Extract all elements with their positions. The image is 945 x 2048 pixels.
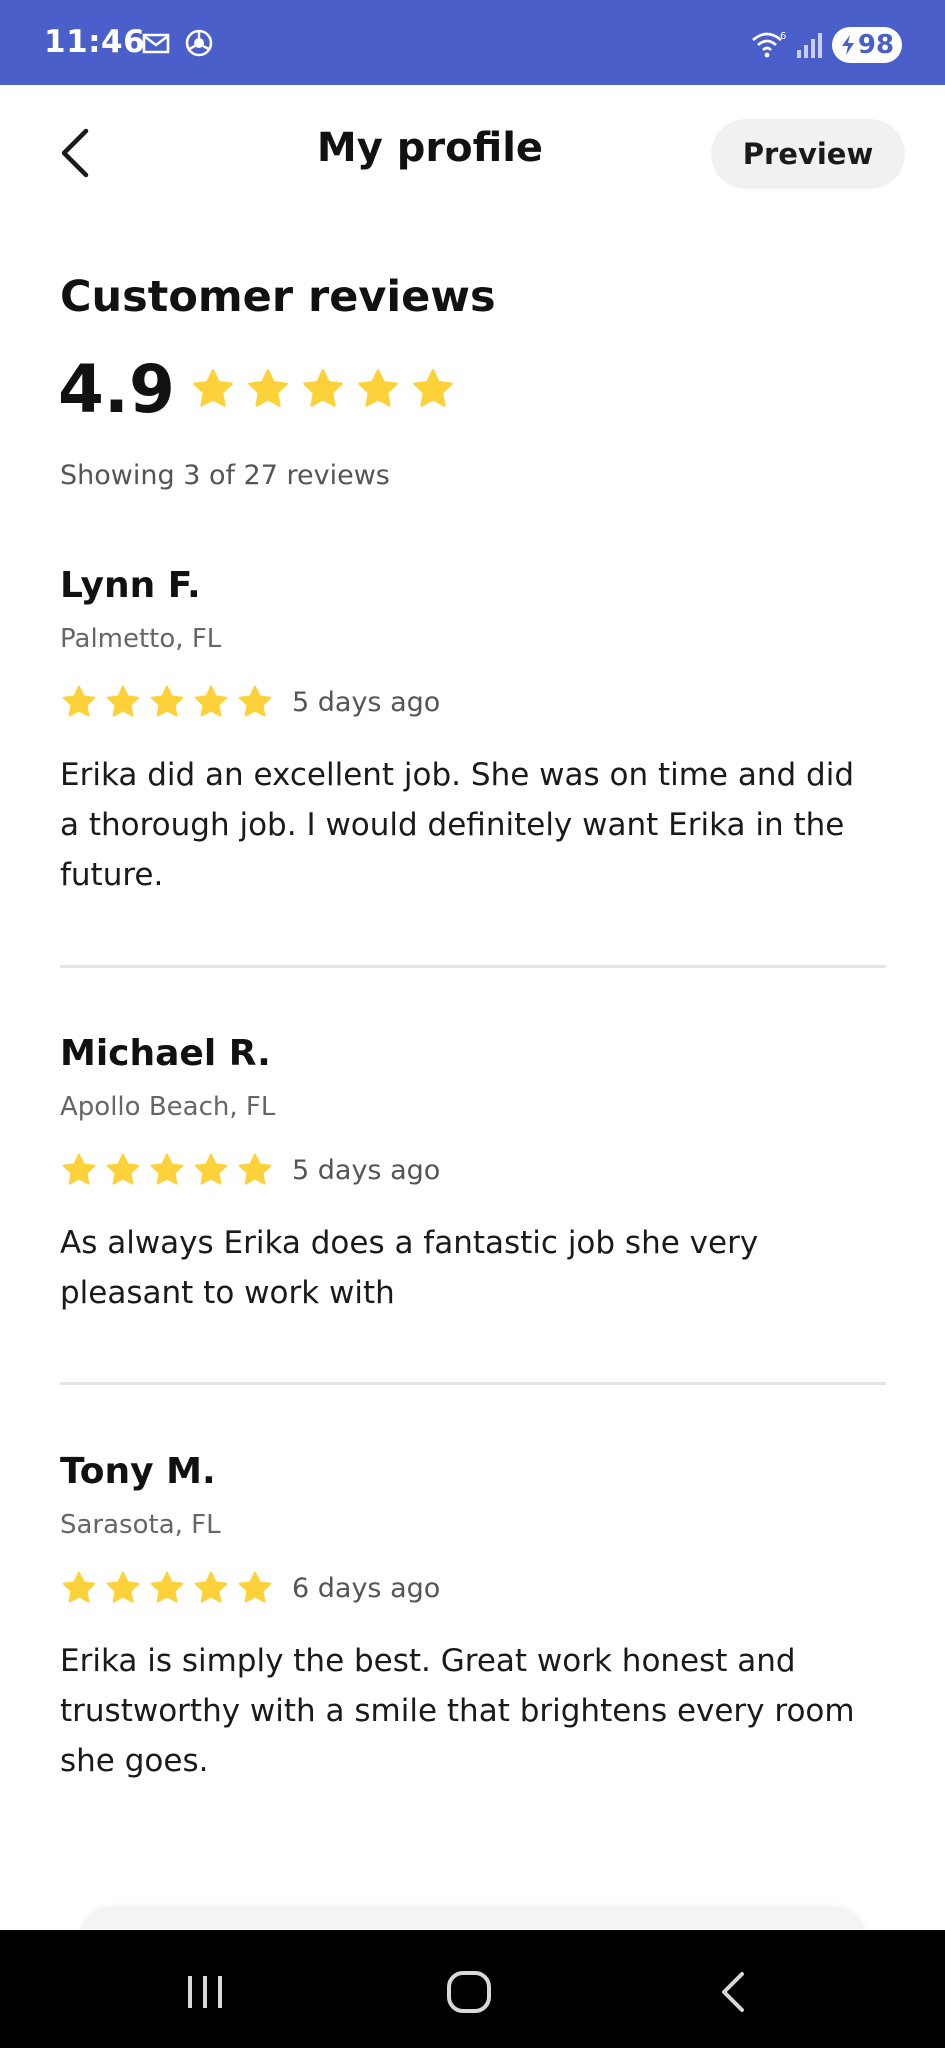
system-nav-bar (0, 1930, 945, 2048)
review-card: Lynn F. Palmetto, FL 5 days ago Erika di… (60, 562, 890, 900)
star-icon (300, 366, 346, 412)
star-icon (192, 1569, 230, 1607)
review-stars (60, 1151, 274, 1189)
system-back-button[interactable] (710, 1970, 760, 2018)
reviewer-name: Tony M. (60, 1451, 216, 1492)
battery-level: 98 (857, 30, 895, 60)
section-title: Customer reviews (60, 272, 496, 322)
star-icon (192, 1151, 230, 1189)
home-icon (447, 1971, 491, 2013)
star-icon (104, 1151, 142, 1189)
star-icon (245, 366, 291, 412)
gmail-icon (140, 27, 172, 63)
divider (60, 965, 886, 968)
review-rating: 6 days ago (60, 1566, 890, 1610)
review-date: 5 days ago (292, 1154, 441, 1186)
star-icon (60, 1569, 98, 1607)
reviews-count: Showing 3 of 27 reviews (60, 460, 390, 491)
average-star-rating (190, 366, 456, 412)
top-app-bar: My profile Preview (0, 85, 945, 220)
review-text: Erika did an excellent job. She was on t… (60, 757, 854, 893)
average-rating: 4.9 (58, 351, 175, 428)
star-icon (190, 366, 236, 412)
status-time: 11:46 (44, 24, 146, 60)
star-icon (236, 1569, 274, 1607)
review-stars (60, 1569, 274, 1607)
review-stars (60, 683, 274, 721)
svg-text:6: 6 (780, 31, 786, 42)
star-icon (104, 1569, 142, 1607)
star-icon (104, 683, 142, 721)
reviewer-name: Lynn F. (60, 565, 201, 606)
star-icon (60, 683, 98, 721)
star-icon (192, 683, 230, 721)
recent-apps-icon (188, 1976, 222, 2008)
star-icon (236, 683, 274, 721)
divider (60, 1382, 886, 1385)
signal-icon (795, 30, 825, 64)
review-date: 5 days ago (292, 686, 441, 718)
star-icon (148, 683, 186, 721)
preview-button[interactable]: Preview (711, 119, 905, 189)
star-icon (236, 1151, 274, 1189)
status-bar: 11:46 6 98 (0, 0, 945, 85)
review-text: Erika is simply the best. Great work hon… (60, 1643, 855, 1779)
wifi-icon: 6 (750, 28, 788, 64)
star-icon (355, 366, 401, 412)
review-rating: 5 days ago (60, 1148, 890, 1192)
review-date: 6 days ago (292, 1572, 441, 1604)
recent-apps-button[interactable] (180, 1970, 230, 2018)
reviewer-name: Michael R. (60, 1033, 271, 1074)
back-icon (722, 1972, 744, 2012)
home-button[interactable] (444, 1970, 494, 2018)
reviewer-location: Palmetto, FL (60, 624, 222, 654)
review-card: Michael R. Apollo Beach, FL 5 days ago A… (60, 1030, 890, 1318)
star-icon (60, 1151, 98, 1189)
star-icon (148, 1569, 186, 1607)
review-text: As always Erika does a fantastic job she… (60, 1225, 759, 1311)
reviewer-location: Apollo Beach, FL (60, 1092, 276, 1122)
chrome-icon (183, 27, 215, 63)
reviewer-location: Sarasota, FL (60, 1510, 221, 1540)
star-icon (148, 1151, 186, 1189)
review-card: Tony M. Sarasota, FL 6 days ago Erika is… (60, 1448, 890, 1786)
star-icon (410, 366, 456, 412)
review-rating: 5 days ago (60, 680, 890, 724)
battery-charging-icon (841, 35, 854, 55)
battery-indicator: 98 (832, 27, 902, 63)
